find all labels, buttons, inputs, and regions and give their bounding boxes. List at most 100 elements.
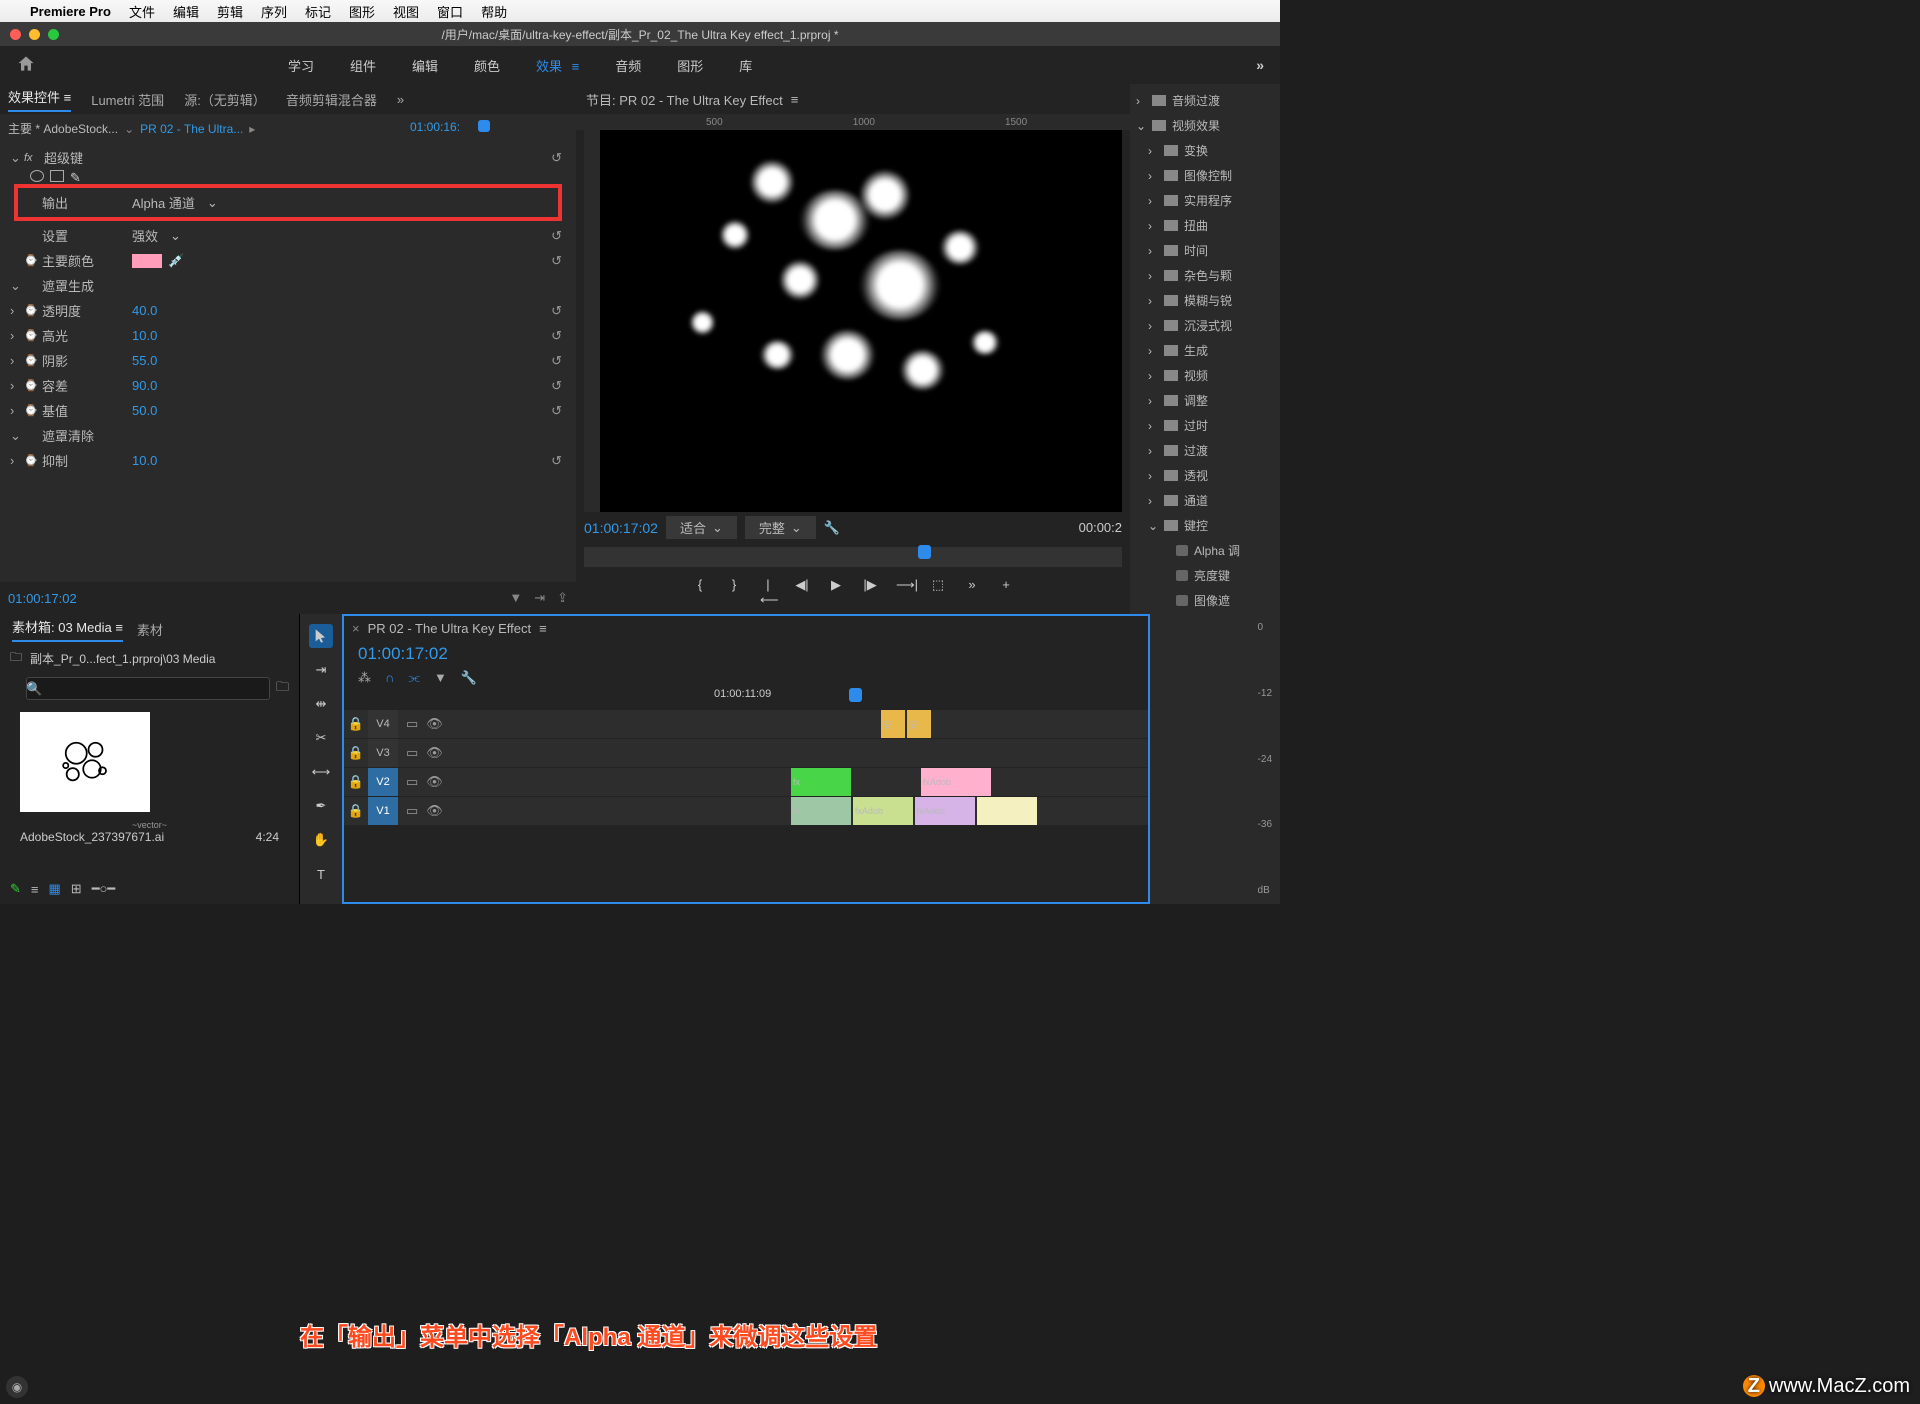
mark-in-icon[interactable]: { <box>692 577 708 608</box>
effects-tree-row[interactable]: ›过渡 <box>1130 438 1280 463</box>
reset-icon[interactable]: ↺ <box>551 228 562 244</box>
bin-search-input[interactable] <box>26 677 270 700</box>
effect-ultra-key[interactable]: ⌄fx 超级键 ↺ <box>0 145 576 170</box>
workspace-color[interactable]: 颜色 <box>474 56 500 75</box>
timeline-tc[interactable]: 01:00:17:02 <box>344 640 1148 668</box>
ec-master-clip[interactable]: 主要 * AdobeStock... <box>8 120 118 137</box>
reset-icon[interactable]: ↺ <box>551 328 562 344</box>
reset-icon[interactable]: ↺ <box>551 303 562 319</box>
toggle-icon[interactable]: ⇥ <box>534 590 545 606</box>
wrench-icon[interactable]: 🔧 <box>824 520 840 536</box>
close-sequence-icon[interactable]: × <box>352 621 360 636</box>
eye-icon[interactable]: 👁 <box>426 716 443 732</box>
razor-tool-icon[interactable]: ✂ <box>309 726 333 750</box>
mark-out-icon[interactable]: } <box>726 577 742 608</box>
mask-shapes[interactable]: ✎ <box>30 170 576 182</box>
play-icon[interactable]: ▸ <box>249 122 255 136</box>
group-matte-generation[interactable]: ⌄ 遮罩生成 <box>0 273 576 298</box>
effects-tree-row[interactable]: ›扭曲 <box>1130 213 1280 238</box>
key-color-swatch[interactable] <box>132 254 162 268</box>
pen-mask-icon[interactable]: ✎ <box>70 170 84 182</box>
output-dropdown[interactable]: Alpha 通道 <box>132 193 218 212</box>
group-matte-cleanup[interactable]: ⌄ 遮罩清除 <box>0 423 576 448</box>
clip[interactable] <box>977 797 1037 825</box>
linked-selection-icon[interactable]: ⫘ <box>408 670 420 686</box>
timeline-ruler[interactable]: 01:00:11:09 <box>344 688 1148 710</box>
play-icon[interactable]: ▶ <box>828 577 844 608</box>
lock-icon[interactable]: 🔒 <box>344 745 368 761</box>
param-setting[interactable]: 设置 强效 ↺ <box>0 223 576 248</box>
more-icon[interactable]: » <box>964 577 980 608</box>
ec-current-tc[interactable]: 01:00:17:02 <box>8 591 77 606</box>
workspace-graphics[interactable]: 图形 <box>677 56 703 75</box>
effects-tree-row[interactable]: ›视频 <box>1130 363 1280 388</box>
effects-tree-row[interactable]: ›时间 <box>1130 238 1280 263</box>
param-choke[interactable]: ›⌚ 抑制 10.0 ↺ <box>0 448 576 473</box>
effects-tree-row[interactable]: ›过时 <box>1130 413 1280 438</box>
track-v4[interactable]: 🔒 V4 ▭👁 交 交 <box>344 710 1148 738</box>
program-viewport[interactable] <box>584 130 1122 512</box>
magnet-icon[interactable]: ∩ <box>385 670 394 686</box>
panel-menu-icon[interactable]: ≡ <box>791 92 799 107</box>
clip[interactable]: 交 <box>907 710 931 738</box>
effects-tree-row[interactable]: ›音频过渡 <box>1130 88 1280 113</box>
eyedropper-icon[interactable]: 💉 <box>168 253 184 269</box>
toggle-output-icon[interactable]: ▭ <box>406 774 418 790</box>
menu-view[interactable]: 视图 <box>393 2 419 21</box>
menu-window[interactable]: 窗口 <box>437 2 463 21</box>
timeline-playhead-icon[interactable] <box>849 688 862 702</box>
filter-icon[interactable]: ▼ <box>509 590 522 606</box>
lock-icon[interactable]: 🔒 <box>344 774 368 790</box>
tab-lumetri-scopes[interactable]: Lumetri 范围 <box>91 90 164 109</box>
go-to-in-icon[interactable]: |⟵ <box>760 577 776 608</box>
track-v3[interactable]: 🔒 V3 ▭👁 <box>344 739 1148 767</box>
ec-sequence-clip[interactable]: PR 02 - The Ultra... <box>140 122 243 136</box>
reset-icon[interactable]: ↺ <box>551 378 562 394</box>
workspace-libraries[interactable]: 库 <box>739 56 752 75</box>
pen-icon[interactable]: ✎ <box>10 881 21 897</box>
pen-tool-icon[interactable]: ✒ <box>309 794 333 818</box>
reset-icon[interactable]: ↺ <box>551 253 562 269</box>
export-icon[interactable]: ⇪ <box>557 590 568 606</box>
go-to-out-icon[interactable]: ⟶| <box>896 577 912 608</box>
sequence-title[interactable]: PR 02 - The Ultra Key Effect <box>368 621 532 636</box>
menu-help[interactable]: 帮助 <box>481 2 507 21</box>
bin-tab-media[interactable]: 素材 <box>137 620 163 639</box>
track-select-tool-icon[interactable]: ⇥ <box>309 658 333 682</box>
clip[interactable]: fx Adob <box>915 797 975 825</box>
program-scrubber[interactable] <box>584 547 1122 567</box>
track-v2[interactable]: 🔒 V2 ▭👁 fx fx Adob <box>344 768 1148 796</box>
selection-tool-icon[interactable] <box>309 624 333 648</box>
setting-dropdown[interactable]: 强效 <box>132 226 181 245</box>
settings-icon[interactable]: 🔧 <box>461 670 477 686</box>
reset-icon[interactable]: ↺ <box>551 453 562 469</box>
menu-edit[interactable]: 编辑 <box>173 2 199 21</box>
creative-cloud-icon[interactable]: ◉ <box>6 1376 28 1398</box>
maximize-window-icon[interactable] <box>48 29 59 40</box>
program-tc[interactable]: 01:00:17:02 <box>584 520 658 536</box>
step-back-icon[interactable]: ◀| <box>794 577 810 608</box>
param-output[interactable]: 输出 Alpha 通道 <box>18 190 558 215</box>
effects-tree-row[interactable]: ›变换 <box>1130 138 1280 163</box>
track-v1[interactable]: 🔒 V1 ▭👁 fx fx Adob fx Adob <box>344 797 1148 825</box>
clip[interactable]: fx <box>791 768 851 796</box>
effects-tree-row[interactable]: ⌄键控 <box>1130 513 1280 538</box>
effects-tree-row[interactable]: ›杂色与颗 <box>1130 263 1280 288</box>
tab-overflow-icon[interactable]: » <box>397 92 404 107</box>
effects-tree-row[interactable]: ›图像控制 <box>1130 163 1280 188</box>
step-forward-icon[interactable]: |▶ <box>862 577 878 608</box>
minimize-window-icon[interactable] <box>29 29 40 40</box>
effects-tree-row[interactable]: ›调整 <box>1130 388 1280 413</box>
slip-tool-icon[interactable]: ⟷ <box>309 760 333 784</box>
workspace-learn[interactable]: 学习 <box>288 56 314 75</box>
workspace-editing[interactable]: 编辑 <box>412 56 438 75</box>
panel-menu-icon[interactable]: ≡ <box>539 621 547 636</box>
workspace-menu-icon[interactable]: ≡ <box>572 59 580 74</box>
clip[interactable]: fx Adob <box>853 797 913 825</box>
tab-audio-mixer[interactable]: 音频剪辑混合器 <box>286 90 377 109</box>
rect-mask-icon[interactable] <box>50 170 64 182</box>
toggle-output-icon[interactable]: ▭ <box>406 803 418 819</box>
effects-tree-row[interactable]: ›透视 <box>1130 463 1280 488</box>
add-icon[interactable]: + <box>998 577 1014 608</box>
close-window-icon[interactable] <box>10 29 21 40</box>
